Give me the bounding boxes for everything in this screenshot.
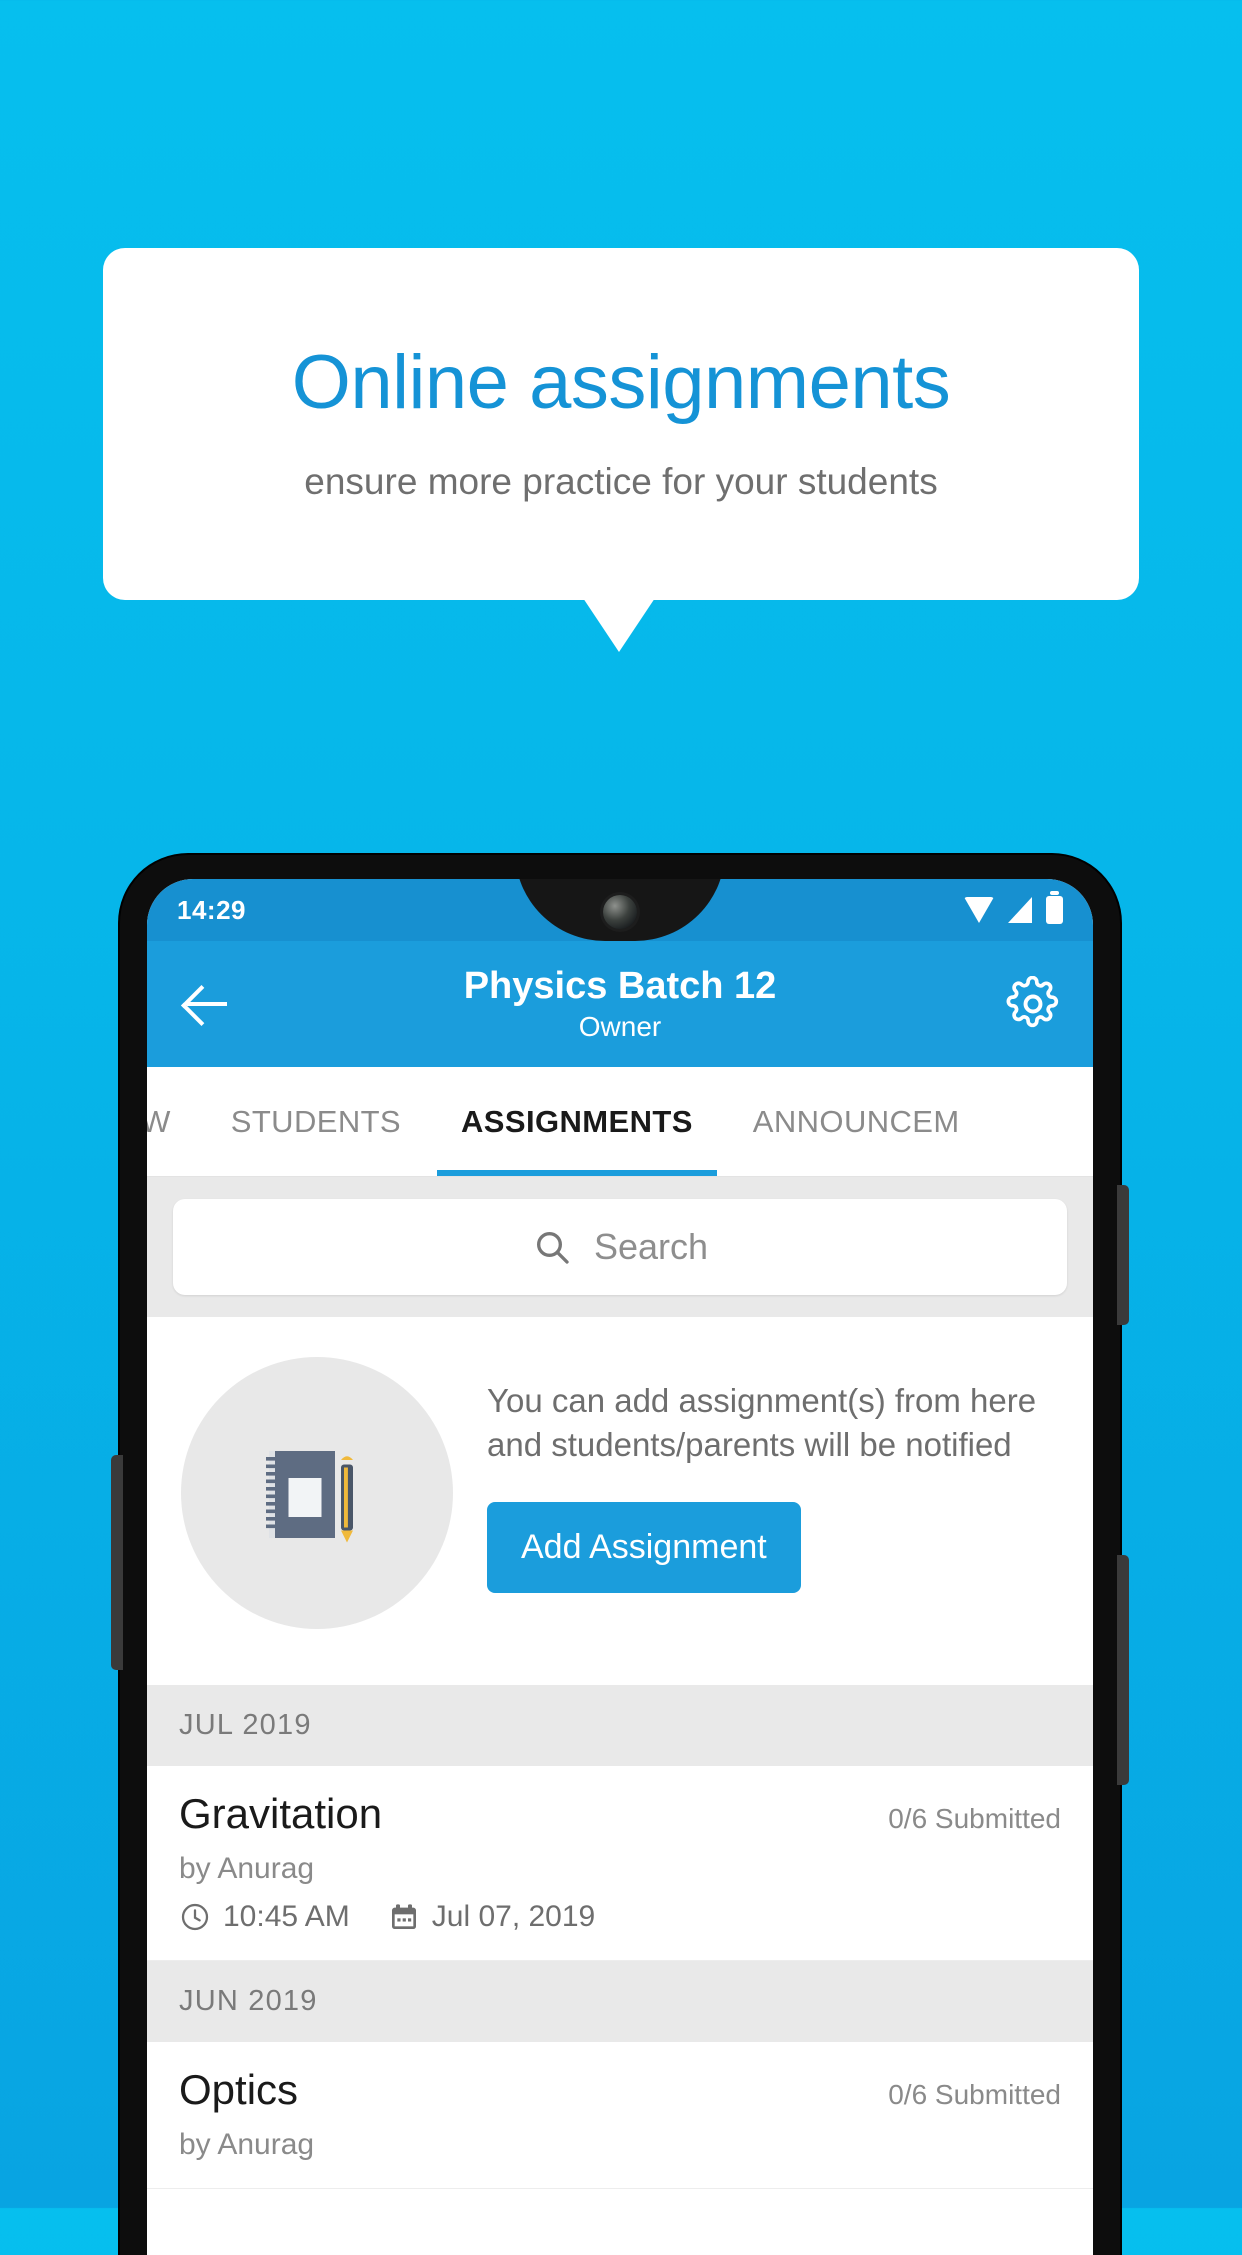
assignment-date: Jul 07, 2019 xyxy=(431,1900,596,1933)
page-subtitle: Owner xyxy=(578,1010,662,1042)
tab-overview[interactable]: IEW xyxy=(147,1067,201,1176)
display-notch xyxy=(515,879,725,941)
promo-bubble-tail xyxy=(583,598,655,652)
tab-students[interactable]: STUDENTS xyxy=(201,1067,431,1176)
search-icon xyxy=(536,1232,569,1264)
phone-volume-button[interactable] xyxy=(1117,1555,1129,1785)
tab-bar: IEW STUDENTS ASSIGNMENTS ANNOUNCEM xyxy=(147,1067,1093,1177)
app-bar-titles: Physics Batch 12 Owner xyxy=(235,965,1005,1043)
signal-icon xyxy=(1008,897,1032,923)
phone-assistant-button[interactable] xyxy=(111,1455,123,1670)
wifi-icon xyxy=(964,897,994,923)
assignment-meta: 10:45 AM Jul 07, 2019 xyxy=(179,1900,1061,1934)
search-input[interactable]: Search xyxy=(173,1199,1067,1295)
assignment-row-top: Optics 0/6 Submitted xyxy=(179,2066,1061,2114)
calendar-icon xyxy=(391,1904,416,1929)
assignment-submitted-count: 0/6 Submitted xyxy=(888,2079,1061,2110)
promo-card: Online assignments ensure more practice … xyxy=(103,248,1139,600)
app-bar: Physics Batch 12 Owner xyxy=(147,941,1093,1067)
notebook-pen-icon xyxy=(181,1357,453,1629)
status-bar-time: 14:29 xyxy=(177,894,246,925)
month-header-jun: JUN 2019 xyxy=(147,1961,1093,2042)
month-header-jul: JUL 2019 xyxy=(147,1685,1093,1766)
table-row[interactable]: Gravitation 0/6 Submitted by Anurag 10:4… xyxy=(147,1766,1093,1961)
status-bar: 14:29 xyxy=(147,879,1093,941)
table-row[interactable]: Optics 0/6 Submitted by Anurag xyxy=(147,2042,1093,2189)
assignment-submitted-count: 0/6 Submitted xyxy=(888,1803,1061,1834)
promo-subtitle: ensure more practice for your students xyxy=(304,461,938,502)
phone-power-button[interactable] xyxy=(1117,1185,1129,1325)
tab-announcements[interactable]: ANNOUNCEM xyxy=(723,1067,990,1176)
assignment-author: by Anurag xyxy=(179,2128,315,2161)
tab-assignments[interactable]: ASSIGNMENTS xyxy=(431,1067,723,1176)
assignment-author: by Anurag xyxy=(179,1852,315,1885)
gear-icon[interactable] xyxy=(1005,975,1061,1032)
page-title: Physics Batch 12 xyxy=(463,965,777,1008)
search-section: Search xyxy=(147,1177,1093,1317)
phone-mockup: 14:29 Physics Batch 12 Owner I xyxy=(111,855,1129,2255)
assignment-title: Gravitation xyxy=(179,1790,383,1837)
status-bar-icons xyxy=(964,891,1063,924)
empty-state-message: You can add assignment(s) from here and … xyxy=(487,1382,1037,1463)
phone-screen: 14:29 Physics Batch 12 Owner I xyxy=(147,879,1093,2255)
assignment-title: Optics xyxy=(179,2066,299,2113)
empty-state-content: You can add assignment(s) from here and … xyxy=(487,1357,1059,1594)
search-placeholder: Search xyxy=(593,1226,709,1267)
assignment-row-top: Gravitation 0/6 Submitted xyxy=(179,1790,1061,1838)
battery-icon xyxy=(1046,891,1063,924)
empty-state-card: You can add assignment(s) from here and … xyxy=(147,1317,1093,1685)
clock-icon xyxy=(181,1903,209,1931)
back-arrow-icon[interactable] xyxy=(179,976,235,1032)
add-assignment-button[interactable]: Add Assignment xyxy=(487,1502,801,1594)
assignment-time: 10:45 AM xyxy=(223,1900,350,1933)
front-camera-icon xyxy=(603,895,637,929)
promo-title: Online assignments xyxy=(291,340,951,425)
